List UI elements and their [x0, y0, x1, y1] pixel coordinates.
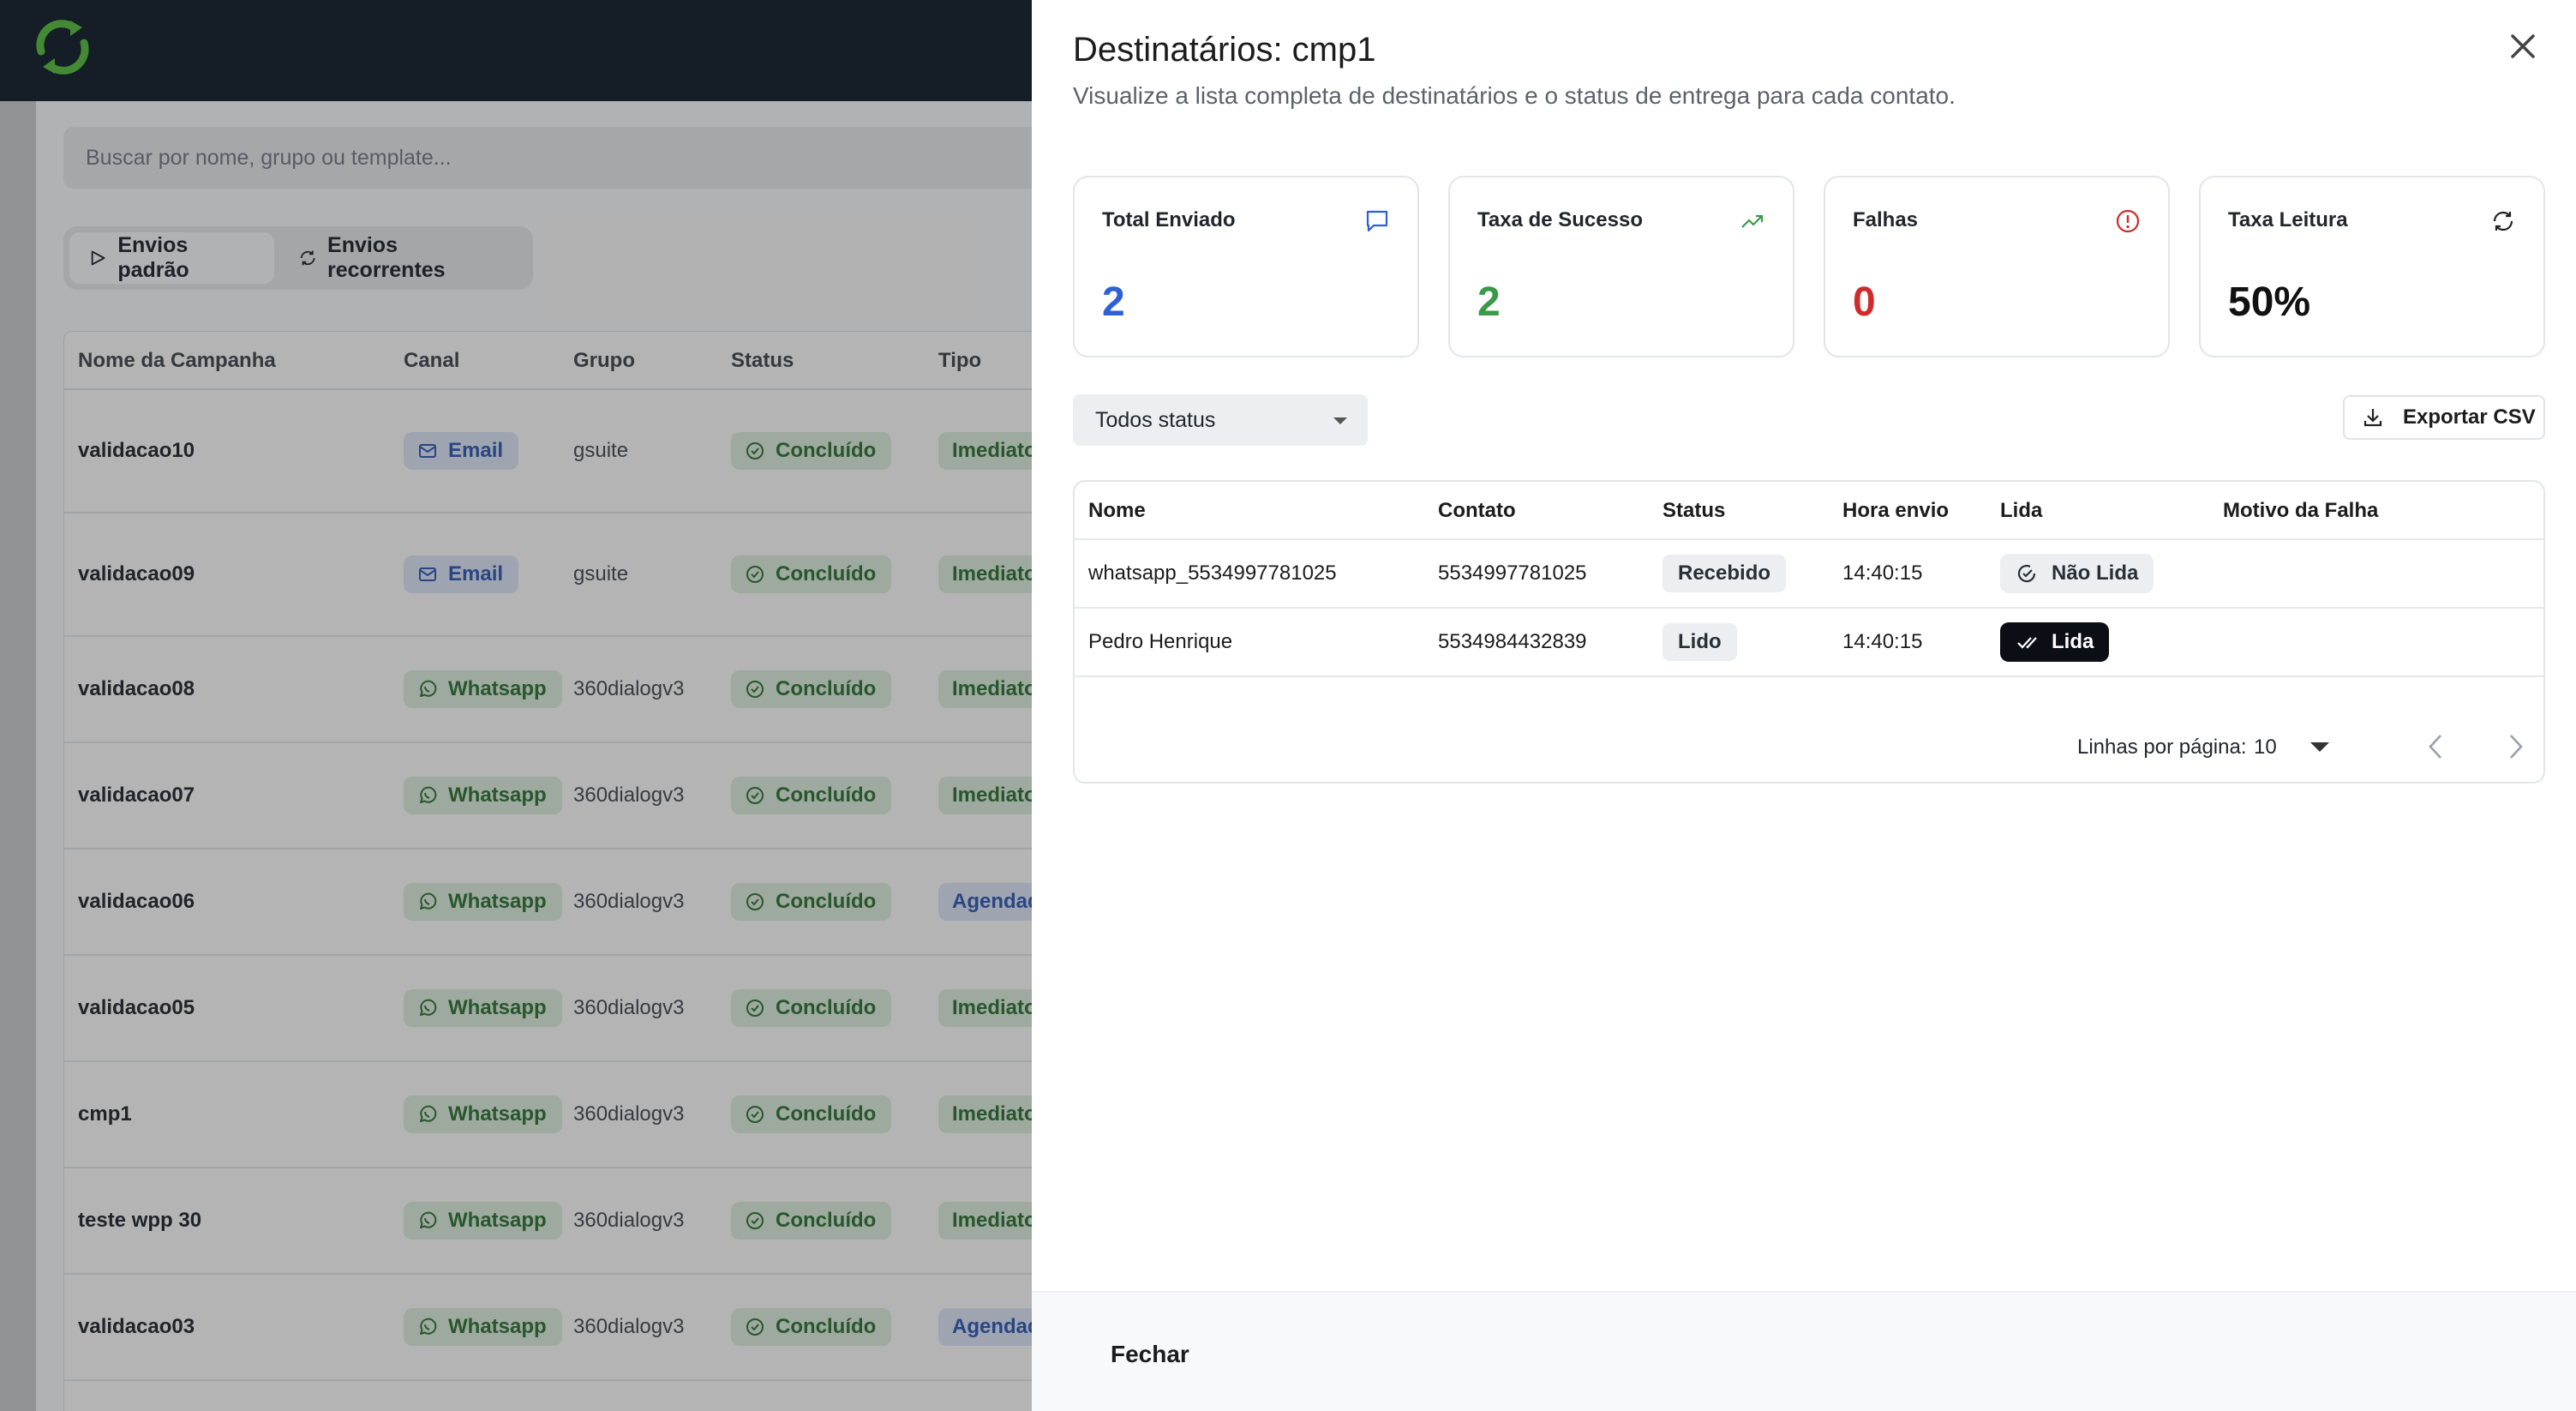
recipient-contact: 5534997781025: [1438, 561, 1587, 585]
stat-label: Taxa de Sucesso: [1477, 208, 1643, 231]
stat-label: Total Enviado: [1102, 208, 1236, 231]
recipient-name: whatsapp_5534997781025: [1088, 561, 1337, 585]
table-row[interactable]: whatsapp_5534997781025 5534997781025 Rec…: [1075, 540, 2543, 609]
double-check-icon: [2017, 637, 2037, 649]
modal-backdrop[interactable]: [0, 0, 1032, 1411]
stat-label: Taxa Leitura: [2228, 208, 2348, 231]
download-icon: [2363, 409, 2382, 427]
status-filter-select[interactable]: Todos status: [1073, 394, 1368, 446]
send-time: 14:40:15: [1842, 630, 1923, 653]
column-header: Contato: [1438, 499, 1516, 522]
chevron-down-icon[interactable]: [2310, 742, 2329, 752]
column-header: Nome: [1088, 499, 1146, 522]
stat-card-total-enviado: Total Enviado 2: [1073, 176, 1419, 357]
read-status-label: Lida: [2052, 630, 2094, 653]
stat-label: Falhas: [1853, 208, 1919, 231]
panel-footer: Fechar: [1032, 1291, 2576, 1411]
recipients-table: Nome Contato Status Hora envio Lida Moti…: [1073, 480, 2545, 784]
read-status-label: Não Lida: [2052, 561, 2139, 585]
column-header: Status: [1662, 499, 1726, 522]
trending-up-icon: [1741, 214, 1764, 228]
status-badge: Lido: [1662, 623, 1737, 661]
close-button[interactable]: Fechar: [1111, 1341, 1189, 1368]
table-row[interactable]: Pedro Henrique 5534984432839 Lido 14:40:…: [1075, 609, 2543, 677]
recipients-panel: Destinatários: cmp1 Visualize a lista co…: [1032, 0, 2576, 1411]
rows-per-page-select[interactable]: 10: [2254, 736, 2277, 760]
column-header: Lida: [2000, 499, 2043, 522]
stat-value: 0: [1853, 279, 1876, 325]
stat-value: 2: [1477, 279, 1501, 325]
chevron-right-icon[interactable]: [2502, 732, 2528, 761]
rows-per-page-label: Linhas por página:: [2077, 736, 2247, 759]
close-icon[interactable]: [2506, 29, 2540, 63]
status-badge: Recebido: [1662, 555, 1787, 592]
export-label: Exportar CSV: [2403, 405, 2536, 429]
alert-circle-icon: [2116, 209, 2140, 233]
stat-card-falhas: Falhas 0: [1824, 176, 2170, 357]
refresh-icon: [2493, 211, 2513, 231]
column-header: Hora envio: [1842, 499, 1950, 522]
export-csv-button[interactable]: Exportar CSV: [2343, 395, 2545, 440]
stat-card-taxa-sucesso: Taxa de Sucesso 2: [1448, 176, 1794, 357]
stat-value: 2: [1102, 279, 1125, 325]
status-filter-value: Todos status: [1095, 407, 1216, 432]
check-circle-icon: [2017, 564, 2036, 583]
column-header: Motivo da Falha: [2223, 499, 2379, 522]
send-time: 14:40:15: [1842, 561, 1923, 585]
stat-card-taxa-leitura: Taxa Leitura 50%: [2199, 176, 2545, 357]
stat-value: 50%: [2228, 279, 2311, 325]
read-status-badge: Lida: [2000, 622, 2110, 662]
chevron-left-icon[interactable]: [2423, 732, 2449, 761]
chevron-down-icon: [1333, 417, 1347, 424]
recipient-contact: 5534984432839: [1438, 630, 1587, 653]
panel-title: Destinatários: cmp1: [1073, 31, 1376, 69]
message-icon: [1366, 210, 1388, 232]
recipients-table-header: Nome Contato Status Hora envio Lida Moti…: [1075, 482, 2543, 540]
panel-description: Visualize a lista completa de destinatár…: [1073, 82, 1956, 109]
read-status-badge: Não Lida: [2000, 554, 2154, 593]
recipient-name: Pedro Henrique: [1088, 630, 1233, 653]
